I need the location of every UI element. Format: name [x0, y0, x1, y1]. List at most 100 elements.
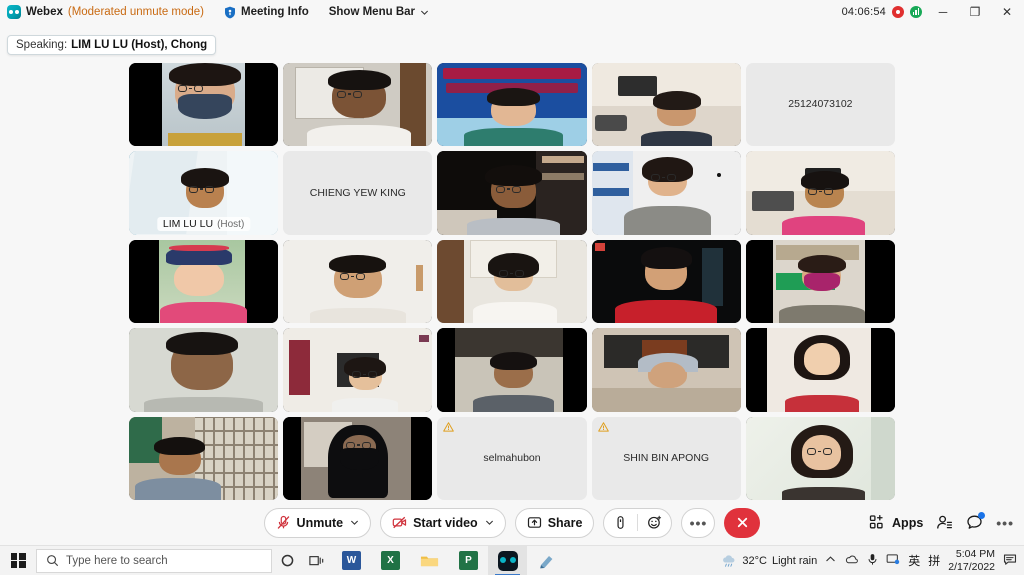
- participant-tile[interactable]: [283, 328, 433, 412]
- participant-tile[interactable]: [745, 328, 895, 412]
- taskbar-app-webex[interactable]: [488, 545, 527, 575]
- chat-notification-dot: [978, 512, 986, 519]
- file-explorer-icon: [420, 556, 439, 566]
- display-settings-icon: [886, 553, 900, 564]
- more-options-icon: •••: [996, 514, 1014, 531]
- ime-mode-button[interactable]: 拼: [928, 552, 940, 569]
- webex-logo-icon: [7, 5, 21, 19]
- chat-icon-wrap: [966, 512, 986, 531]
- attachment-icon: [617, 516, 624, 529]
- video-feed: [129, 416, 279, 500]
- participant-tile[interactable]: [437, 239, 587, 324]
- video-feed: [591, 63, 741, 147]
- participant-tile-placeholder[interactable]: selmahubon: [437, 416, 587, 500]
- windows-taskbar: Type here to search W X P 32°C Light rai…: [0, 545, 1024, 575]
- network-signal-icon[interactable]: [910, 6, 922, 18]
- participant-tile-placeholder[interactable]: SHIN BIN APONG: [591, 416, 741, 500]
- start-button[interactable]: [0, 546, 36, 575]
- taskbar-app-file-explorer[interactable]: [410, 546, 449, 575]
- paint-app-icon: [539, 555, 552, 568]
- tray-expand-button[interactable]: [825, 555, 836, 567]
- participant-tile[interactable]: [745, 416, 895, 500]
- video-feed: [437, 63, 587, 147]
- unmute-button[interactable]: Unmute: [263, 507, 372, 538]
- chevron-down-icon: [420, 10, 429, 15]
- ime-language-button[interactable]: 英: [908, 552, 920, 569]
- participant-tile[interactable]: [437, 151, 587, 235]
- weather-widget[interactable]: 32°C Light rain: [721, 554, 817, 568]
- maximize-button[interactable]: ❐: [964, 2, 986, 22]
- show-menu-bar-label: Show Menu Bar: [328, 6, 415, 18]
- video-feed: [283, 416, 433, 500]
- share-button[interactable]: Share: [514, 507, 595, 538]
- participant-tile[interactable]: [437, 328, 587, 412]
- right-more-options-button[interactable]: •••: [996, 515, 1014, 531]
- participant-tile[interactable]: [591, 239, 741, 324]
- show-menu-bar-button[interactable]: Show Menu Bar: [329, 6, 429, 18]
- participant-tile[interactable]: [283, 416, 433, 500]
- more-options-button[interactable]: •••: [681, 507, 716, 538]
- participant-tile[interactable]: [283, 63, 433, 147]
- right-control-group: Apps •••: [869, 500, 1014, 545]
- taskbar-search-input[interactable]: Type here to search: [36, 548, 272, 573]
- participant-name: LIM LU LU: [162, 217, 214, 230]
- end-call-button[interactable]: [724, 507, 761, 538]
- display-settings-tray-button[interactable]: [886, 553, 900, 569]
- participant-tile[interactable]: [283, 239, 433, 324]
- taskbar-app-word[interactable]: W: [332, 546, 371, 575]
- participant-tile[interactable]: [591, 328, 741, 412]
- participant-name-chip: LIM LU LU (Host): [156, 216, 251, 231]
- participant-tile[interactable]: [129, 63, 279, 147]
- participant-tile-active-speaker[interactable]: LIM LU LU (Host): [129, 151, 279, 235]
- attachment-button[interactable]: [604, 509, 637, 537]
- onedrive-tray-button[interactable]: [844, 554, 859, 568]
- taskbar-app-excel[interactable]: X: [371, 546, 410, 575]
- close-button[interactable]: ✕: [996, 2, 1018, 22]
- windows-start-icon: [10, 553, 26, 568]
- camera-off-icon: [392, 516, 407, 529]
- task-view-icon: [309, 555, 324, 565]
- title-bar-right: 04:06:54 ─ ❐ ✕: [842, 2, 1024, 22]
- reaction-button[interactable]: [638, 509, 671, 537]
- end-call-icon: [737, 517, 748, 528]
- participant-tile[interactable]: [129, 416, 279, 500]
- participant-tile[interactable]: [591, 63, 741, 147]
- taskbar-app-paint[interactable]: [527, 546, 566, 575]
- meeting-info-button[interactable]: Meeting Info: [224, 6, 309, 19]
- search-icon: [47, 555, 59, 567]
- chevron-down-icon[interactable]: [350, 518, 359, 527]
- participant-tile[interactable]: [437, 63, 587, 147]
- participant-tile[interactable]: [745, 151, 895, 235]
- shield-icon: [225, 6, 236, 18]
- extras-group: [603, 507, 673, 538]
- participant-tile[interactable]: [591, 151, 741, 235]
- weather-temp: 32°C: [742, 554, 767, 567]
- notifications-button[interactable]: [1003, 553, 1017, 569]
- task-view-button[interactable]: [302, 546, 332, 575]
- apps-grid-icon: [869, 514, 883, 529]
- participant-tile[interactable]: [129, 239, 279, 324]
- chat-button[interactable]: [966, 512, 986, 531]
- chevron-down-icon[interactable]: [485, 518, 494, 527]
- microphone-icon: [868, 553, 877, 565]
- video-feed: [129, 328, 279, 412]
- apps-label: Apps: [892, 515, 924, 530]
- participants-icon: [937, 515, 953, 529]
- participant-tile[interactable]: [745, 239, 895, 324]
- participant-tile-placeholder[interactable]: CHIENG YEW KING: [283, 151, 433, 235]
- taskbar-app-powerpoint[interactable]: P: [449, 546, 488, 575]
- minimize-button[interactable]: ─: [932, 2, 954, 22]
- apps-button[interactable]: Apps: [869, 514, 923, 531]
- taskbar-clock[interactable]: 5:04 PM 2/17/2022: [948, 548, 995, 574]
- chevron-up-icon: [826, 555, 836, 561]
- participant-tile[interactable]: [129, 328, 279, 412]
- start-video-button[interactable]: Start video: [380, 507, 506, 538]
- video-feed: [591, 239, 741, 324]
- clock-date: 2/17/2022: [948, 560, 995, 573]
- start-video-label: Start video: [413, 515, 478, 530]
- cortana-button[interactable]: [272, 546, 302, 575]
- participant-tile-placeholder[interactable]: 25124073102: [745, 63, 895, 147]
- microphone-tray-button[interactable]: [867, 553, 878, 569]
- participants-button[interactable]: [936, 514, 953, 531]
- record-icon[interactable]: [892, 6, 904, 18]
